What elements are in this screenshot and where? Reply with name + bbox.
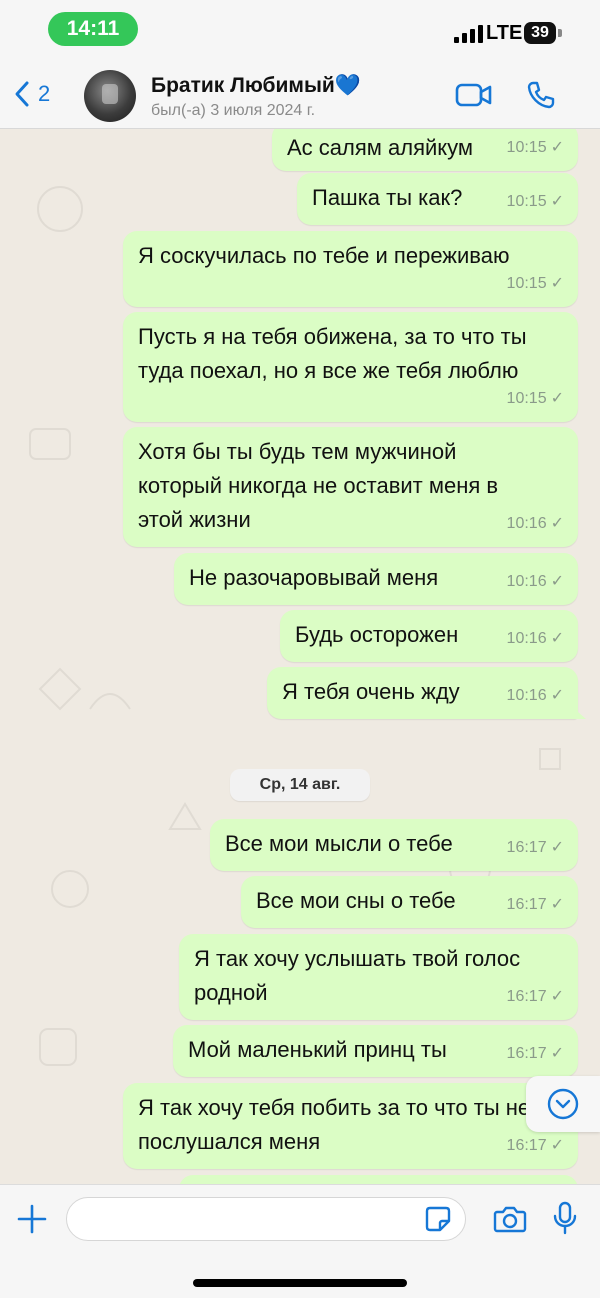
message-time: 10:16 [506, 630, 547, 647]
voice-call-button[interactable] [526, 80, 556, 115]
message-text: Я соскучилась по тебе и переживаю [138, 243, 510, 268]
network-label: LTE [486, 22, 523, 44]
message-text: Пашка ты как? [312, 185, 463, 210]
message-bubble-partial[interactable] [179, 1175, 578, 1184]
attach-button[interactable] [16, 1203, 48, 1240]
checkmark-icon: ✓ [550, 275, 564, 292]
message-time: 10:15 [506, 275, 547, 292]
message-bubble[interactable]: Ас салям аляйкум 10:15 ✓ [272, 129, 578, 171]
signal-icon [454, 25, 483, 43]
checkmark-icon: ✓ [550, 390, 564, 407]
last-seen: был(-а) 3 июля 2024 г. [151, 102, 316, 119]
message-bubble[interactable]: Все мои сны о тебе 16:17 ✓ [241, 876, 578, 928]
checkmark-icon: ✓ [550, 515, 564, 532]
microphone-icon [553, 1201, 577, 1235]
message-bubble[interactable]: Я так хочу услышать твой голос родной 16… [179, 934, 578, 1020]
checkmark-icon: ✓ [550, 139, 564, 156]
message-bubble[interactable]: Все мои мысли о тебе 16:17 ✓ [210, 819, 578, 871]
message-bubble[interactable]: Я соскучилась по тебе и переживаю 10:15 ✓ [123, 231, 578, 307]
message-time: 10:15 [506, 139, 547, 156]
checkmark-icon: ✓ [550, 896, 564, 913]
message-bubble[interactable]: Пусть я на тебя обижена, за то что ты ту… [123, 312, 578, 422]
sticker-button[interactable] [424, 1205, 452, 1238]
status-bar: 14:11 LTE 39 [0, 0, 600, 62]
video-call-button[interactable] [455, 82, 493, 113]
message-time: 16:17 [506, 1045, 547, 1062]
checkmark-icon: ✓ [550, 1137, 564, 1154]
checkmark-icon: ✓ [550, 988, 564, 1005]
checkmark-icon: ✓ [550, 630, 564, 647]
back-button[interactable]: 2 [14, 80, 50, 108]
message-time: 10:16 [506, 573, 547, 590]
sticker-icon [425, 1206, 451, 1232]
message-text: Не разочаровывай меня [189, 565, 439, 590]
message-bubble[interactable]: Я так хочу тебя побить за то что ты не п… [123, 1083, 578, 1169]
message-time: 10:16 [506, 687, 547, 704]
message-time: 10:16 [506, 515, 547, 532]
camera-icon [493, 1206, 527, 1233]
message-text: Все мои мысли о тебе [225, 831, 453, 856]
scroll-to-bottom-button[interactable] [526, 1076, 600, 1132]
message-input[interactable] [66, 1197, 466, 1241]
message-time: 16:17 [506, 839, 547, 856]
status-time[interactable]: 14:11 [48, 12, 138, 46]
message-bubble[interactable]: Хотя бы ты будь тем мужчиной который ник… [123, 427, 578, 547]
battery-level: 39 [531, 24, 549, 41]
checkmark-icon: ✓ [550, 193, 564, 210]
message-time: 16:17 [506, 988, 547, 1005]
message-text: Будь осторожен [295, 622, 459, 647]
message-time: 16:17 [506, 896, 547, 913]
contact-name[interactable]: Братик Любимый💙 [151, 74, 361, 98]
checkmark-icon: ✓ [550, 1045, 564, 1062]
date-divider: Ср, 14 авг. [230, 769, 370, 801]
avatar[interactable] [84, 70, 136, 122]
microphone-button[interactable] [552, 1201, 578, 1240]
message-input-bar [0, 1184, 600, 1298]
message-text: Пусть я на тебя обижена, за то что ты ту… [138, 324, 527, 383]
message-bubble[interactable]: Будь осторожен 10:16 ✓ [280, 610, 578, 662]
phone-icon [527, 81, 555, 109]
chat-header: 2 Братик Любимый💙 был(-а) 3 июля 2024 г. [0, 62, 600, 129]
unread-count: 2 [38, 81, 51, 106]
plus-icon [17, 1204, 47, 1234]
home-indicator [193, 1279, 407, 1287]
message-bubble[interactable]: Не разочаровывай меня 10:16 ✓ [174, 553, 578, 605]
message-text: Мой маленький принц ты [188, 1037, 447, 1062]
message-text: Я так хочу тебя побить за то что ты не п… [138, 1095, 531, 1154]
message-bubble[interactable]: Мой маленький принц ты 16:17 ✓ [173, 1025, 578, 1077]
checkmark-icon: ✓ [550, 839, 564, 856]
battery-icon: 39 [524, 22, 556, 44]
checkmark-icon: ✓ [550, 573, 564, 590]
video-camera-icon [455, 83, 492, 107]
message-time: 10:15 [506, 193, 547, 210]
message-bubble[interactable]: Я тебя очень жду 10:16 ✓ [267, 667, 586, 719]
message-bubble[interactable]: Пашка ты как? 10:15 ✓ [297, 173, 578, 225]
chevron-left-icon [15, 81, 29, 107]
message-text: Я тебя очень жду [282, 679, 460, 704]
message-time: 16:17 [506, 1137, 547, 1154]
message-text: Все мои сны о тебе [256, 888, 456, 913]
camera-button[interactable] [493, 1205, 527, 1238]
message-text: Я так хочу услышать твой голос родной [194, 946, 521, 1005]
battery-tip [558, 29, 562, 37]
chevron-down-circle-icon [547, 1088, 579, 1120]
checkmark-icon: ✓ [550, 687, 564, 704]
chat-area[interactable]: Ас салям аляйкум 10:15 ✓ Пашка ты как? 10… [0, 129, 600, 1184]
message-text: Хотя бы ты будь тем мужчиной который ник… [138, 439, 499, 532]
message-text: Ас салям аляйкум [287, 135, 474, 160]
message-time: 10:15 [506, 390, 547, 407]
